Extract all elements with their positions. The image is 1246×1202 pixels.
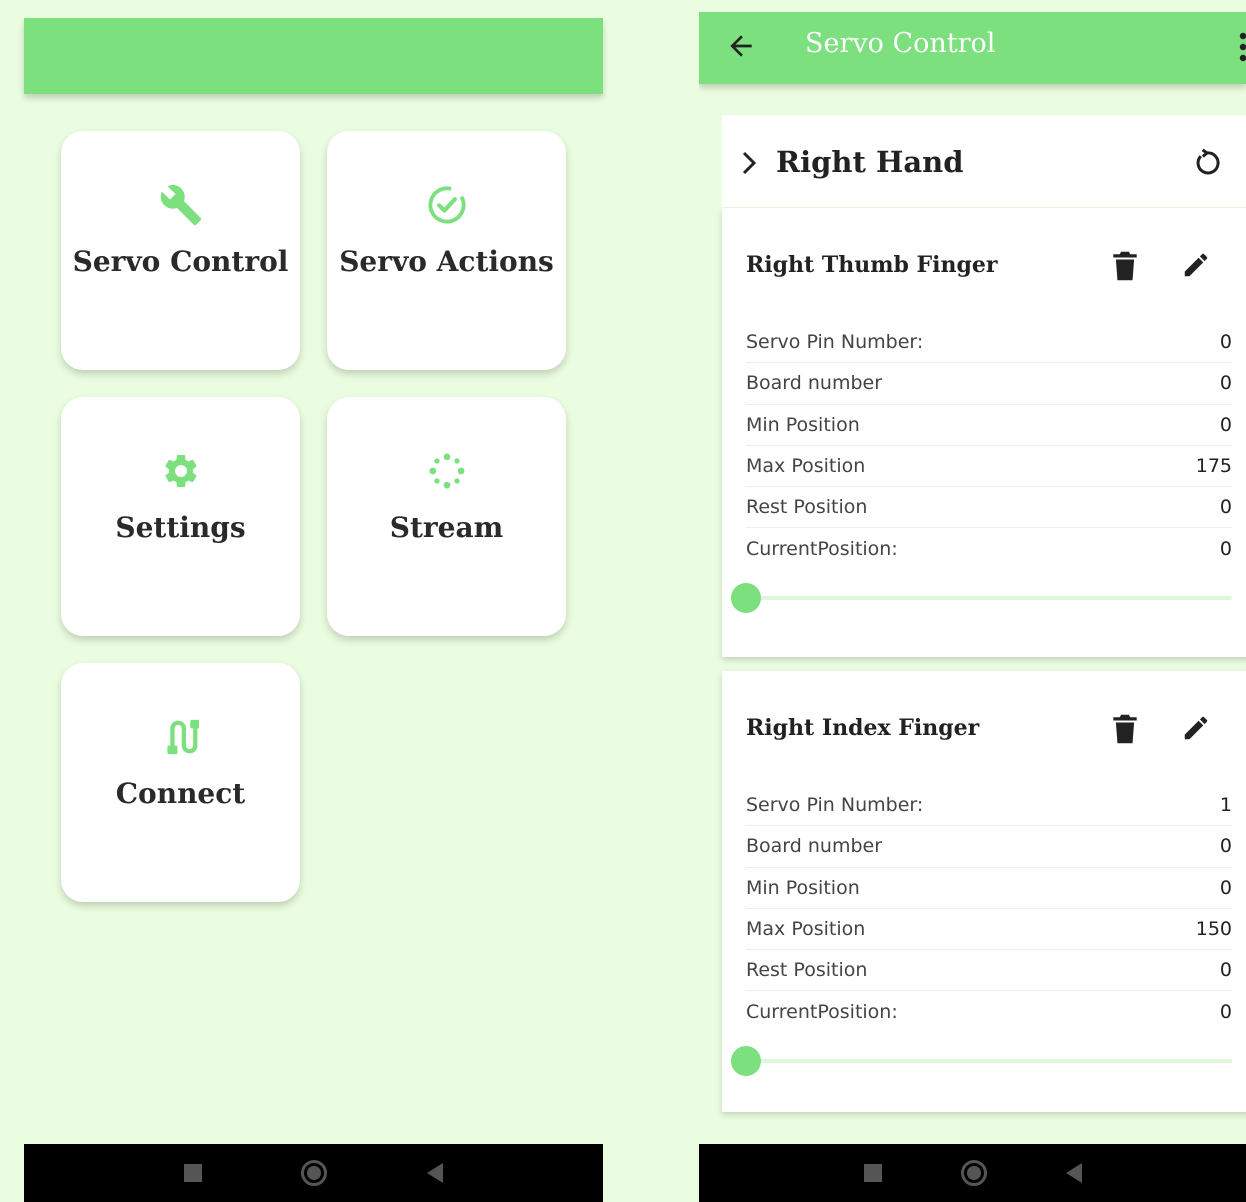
position-slider[interactable] (731, 1046, 1232, 1076)
property-value: 0 (1219, 959, 1232, 982)
list-item: Rest Position 0 (746, 950, 1232, 992)
tile-label: Stream (389, 511, 504, 544)
property-value: 0 (1219, 331, 1232, 354)
check-circle-icon (426, 183, 468, 227)
position-slider[interactable] (731, 583, 1232, 613)
page-title: Servo Control (805, 28, 996, 59)
servo-properties-list: Servo Pin Number: 0 Board number 0 Min Pos… (746, 322, 1232, 570)
stream-tile[interactable]: Stream (327, 397, 566, 636)
property-label: Rest Position (746, 496, 868, 519)
cable-icon (163, 715, 199, 759)
property-value: 175 (1195, 455, 1232, 478)
property-label: Rest Position (746, 959, 868, 982)
list-item: CurrentPosition: 0 (746, 528, 1232, 569)
servo-card-right-thumb: Right Thumb Finger Servo Pin Number: 0 Bo… (722, 208, 1246, 657)
list-item: Servo Pin Number: 0 (746, 322, 1232, 364)
tile-label: Connect (115, 777, 246, 810)
recents-square-icon[interactable] (183, 1164, 202, 1182)
more-vert-icon[interactable] (1239, 32, 1246, 62)
property-label: Max Position (746, 918, 866, 941)
home-circle-icon[interactable] (301, 1160, 328, 1186)
system-nav-bar (699, 1144, 1246, 1202)
gear-icon (161, 449, 201, 493)
property-value: 0 (1219, 372, 1232, 395)
property-label: Servo Pin Number: (746, 794, 924, 817)
list-item: Board number 0 (746, 363, 1232, 405)
property-label: CurrentPosition: (746, 538, 898, 561)
delete-icon[interactable] (1112, 250, 1138, 286)
group-title: Right Hand (776, 145, 964, 179)
servo-actions-tile[interactable]: Servo Actions (327, 131, 566, 370)
property-value: 0 (1219, 496, 1232, 519)
property-label: Servo Pin Number: (746, 331, 924, 354)
servo-card-right-index: Right Index Finger Servo Pin Number: 1 Bo… (722, 671, 1246, 1112)
property-value: 0 (1219, 538, 1232, 561)
delete-icon[interactable] (1112, 713, 1138, 749)
system-nav-bar (24, 1144, 603, 1202)
wrench-icon (159, 183, 203, 227)
property-label: Board number (746, 372, 883, 395)
list-item: Servo Pin Number: 1 (746, 785, 1232, 827)
servo-control-screen: Servo Control Right Hand Right Thumb Fin… (699, 12, 1246, 1202)
property-label: Min Position (746, 413, 860, 436)
property-value: 0 (1219, 1001, 1232, 1024)
home-circle-icon[interactable] (960, 1160, 987, 1186)
list-item: Min Position 0 (746, 868, 1232, 909)
list-item: Board number 0 (746, 826, 1232, 868)
property-label: CurrentPosition: (746, 1001, 898, 1024)
recents-square-icon[interactable] (863, 1164, 882, 1182)
home-app-bar (24, 18, 603, 94)
spinner-icon (427, 449, 467, 493)
refresh-icon[interactable] (1192, 148, 1222, 182)
property-value: 150 (1195, 918, 1232, 941)
servo-control-app-bar: Servo Control (699, 12, 1246, 84)
settings-tile[interactable]: Settings (61, 397, 300, 636)
edit-pencil-icon[interactable] (1181, 713, 1211, 747)
chevron-right-icon[interactable] (738, 149, 760, 181)
edit-pencil-icon[interactable] (1181, 250, 1211, 284)
servo-card-title: Right Index Finger (746, 715, 980, 741)
list-item: Max Position 150 (746, 909, 1232, 951)
property-value: 0 (1219, 876, 1232, 899)
list-item: Min Position 0 (746, 405, 1232, 446)
property-value: 0 (1219, 413, 1232, 436)
list-item: CurrentPosition: 0 (746, 991, 1232, 1032)
arrow-back-icon[interactable] (725, 30, 757, 62)
list-item: Max Position 175 (746, 446, 1232, 488)
back-triangle-icon[interactable] (1065, 1163, 1082, 1183)
tile-label: Servo Control (72, 245, 289, 278)
slider-track (746, 596, 1232, 600)
servo-card-title: Right Thumb Finger (746, 252, 998, 278)
tile-label: Servo Actions (339, 245, 554, 278)
servo-control-tile[interactable]: Servo Control (61, 131, 300, 370)
slider-track (746, 1059, 1232, 1063)
property-value: 0 (1219, 835, 1232, 858)
property-label: Min Position (746, 876, 860, 899)
property-value: 1 (1219, 794, 1232, 817)
slider-thumb[interactable] (731, 1046, 761, 1076)
group-header-right-hand[interactable]: Right Hand (722, 115, 1246, 207)
list-item: Rest Position 0 (746, 487, 1232, 529)
property-label: Max Position (746, 455, 866, 478)
tile-label: Settings (115, 511, 246, 544)
slider-thumb[interactable] (731, 583, 761, 613)
servo-properties-list: Servo Pin Number: 1 Board number 0 Min Pos… (746, 785, 1232, 1033)
home-screen: Servo Control Servo Actions Settings Str… (24, 18, 603, 1202)
property-label: Board number (746, 835, 883, 858)
back-triangle-icon[interactable] (427, 1163, 444, 1183)
connect-tile[interactable]: Connect (61, 663, 300, 902)
